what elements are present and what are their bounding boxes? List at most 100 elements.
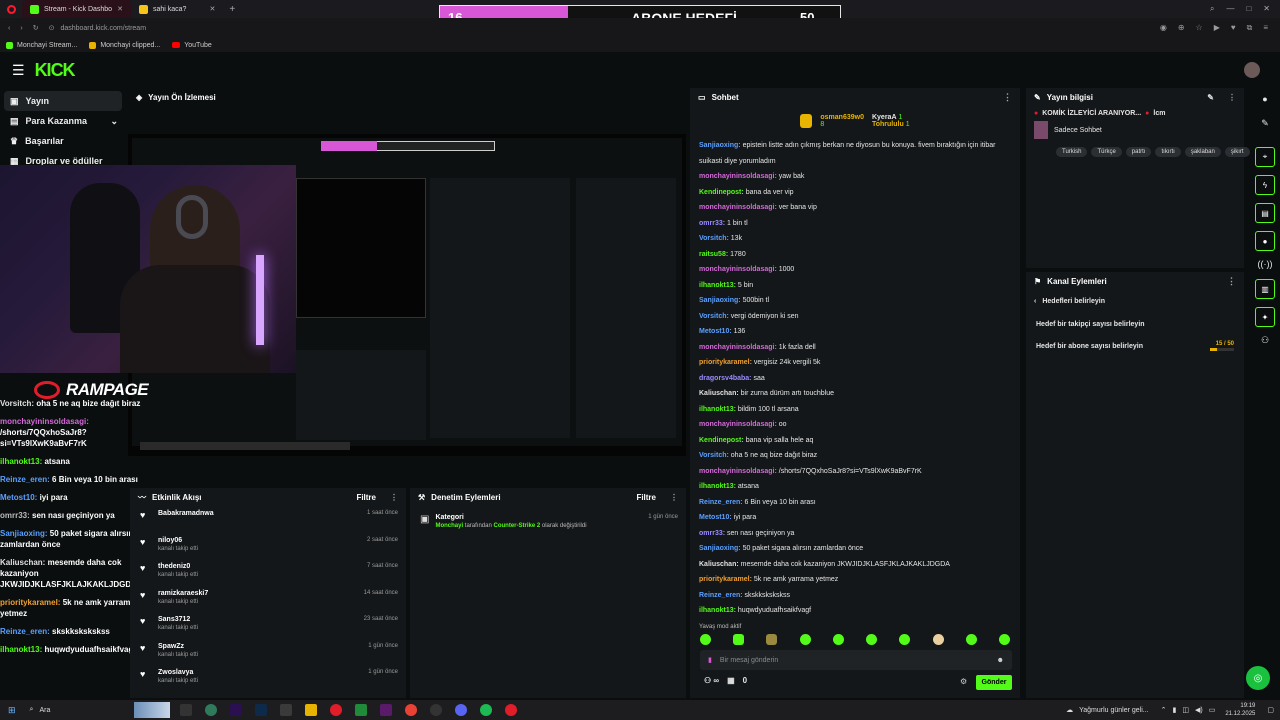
back-button[interactable]: ‹ Hedefleri belirleyin xyxy=(1026,290,1244,313)
tab-search[interactable]: sahi kaca? ✕ xyxy=(131,0,223,18)
reload-icon[interactable]: ↻ xyxy=(33,24,39,32)
avatar[interactable] xyxy=(1244,62,1260,78)
emote-icon[interactable] xyxy=(932,634,944,645)
pencil-icon[interactable]: ✎ xyxy=(1250,118,1280,129)
info-icon[interactable]: ● xyxy=(1250,94,1280,104)
windows-start-icon[interactable]: ⊞ xyxy=(8,705,16,716)
sub-goal-item[interactable]: Hedef bir abone sayısı belirleyin 15 / 5… xyxy=(1026,335,1244,357)
chat-username[interactable]: Kaliuschan: xyxy=(699,390,739,397)
menu-icon[interactable]: ≡ xyxy=(1263,23,1268,33)
emote-icon[interactable] xyxy=(733,634,745,645)
bookmark-item[interactable]: Monchayi clipped... xyxy=(89,41,160,49)
extensions-icon[interactable]: ⧉ xyxy=(1247,23,1253,33)
sidebar-item-yayin[interactable]: ▣ Yayın xyxy=(4,91,122,111)
weather-text[interactable]: Yağmurlu günler geli... xyxy=(1079,707,1149,714)
document-icon[interactable]: ▤ xyxy=(1255,203,1275,223)
back-icon[interactable]: ‹ xyxy=(8,25,10,32)
clock-time[interactable]: 19:19 xyxy=(1225,702,1255,710)
stream-tag[interactable]: Türkçe xyxy=(1091,147,1122,157)
maximize-icon[interactable]: □ xyxy=(1246,4,1251,14)
player-icon[interactable]: ▶ xyxy=(1214,23,1220,33)
wrench-icon[interactable]: ✦ xyxy=(1255,307,1275,327)
microphone-icon[interactable]: ▮ xyxy=(1173,706,1177,714)
broadcast-icon[interactable]: ((·)) xyxy=(1250,259,1280,269)
chat-username[interactable]: ilhanokt13: xyxy=(699,483,736,490)
sidebar-item-para-kazanma[interactable]: ▤ Para Kazanma ⌄ xyxy=(0,111,126,131)
more-options-icon[interactable]: ⋮ xyxy=(1003,92,1012,103)
lightning-icon[interactable]: ϟ xyxy=(1255,175,1275,195)
chat-username[interactable]: monchayininsoldasagi: xyxy=(699,421,777,428)
app-icon[interactable] xyxy=(379,704,392,716)
battery-icon[interactable]: ▭ xyxy=(1209,706,1216,714)
sidebar-item-basarilar[interactable]: ♛ Başarılar xyxy=(0,131,126,151)
search-tabs-icon[interactable]: ⌕ xyxy=(1210,4,1214,14)
chat-username[interactable]: prioritykaramel: xyxy=(699,359,752,366)
site-info-icon[interactable]: ⊙ xyxy=(49,24,55,32)
emote-icon[interactable] xyxy=(965,634,977,645)
file-explorer-icon[interactable] xyxy=(304,704,317,716)
chat-bubble-icon[interactable]: ● xyxy=(1255,231,1275,251)
discord-icon[interactable] xyxy=(454,704,467,716)
chat-username[interactable]: ilhanokt13: xyxy=(699,282,736,289)
premiere-icon[interactable] xyxy=(229,704,242,716)
bookmark-item[interactable]: YouTube xyxy=(172,42,212,49)
chat-username[interactable]: omrr33: xyxy=(699,220,725,227)
follower-goal-item[interactable]: Hedef bir takipçi sayısı belirleyin xyxy=(1026,313,1244,335)
emoji-icon[interactable]: ☻ xyxy=(997,657,1004,664)
send-button[interactable]: Gönder xyxy=(976,675,1012,690)
chat-username[interactable]: Metost10: xyxy=(699,514,732,521)
chat-username[interactable]: Vorsitch: xyxy=(699,452,729,459)
zoom-icon[interactable]: ⊕ xyxy=(1178,23,1185,33)
more-options-icon[interactable]: ⋮ xyxy=(390,493,398,502)
chat-username[interactable]: prioritykaramel: xyxy=(699,576,752,583)
chat-username[interactable]: Kendinepost: xyxy=(699,189,744,196)
app-icon[interactable] xyxy=(204,704,217,716)
chat-username[interactable]: raitsu58: xyxy=(699,251,728,258)
emote-icon[interactable] xyxy=(766,634,778,645)
camera-icon[interactable]: ◉ xyxy=(1160,23,1167,33)
chat-username[interactable]: monchayininsoldasagi: xyxy=(699,266,777,273)
photoshop-icon[interactable] xyxy=(254,704,267,716)
heart-icon[interactable]: ♥ xyxy=(1231,23,1236,33)
search-highlight-image[interactable] xyxy=(133,702,170,718)
opera-icon[interactable] xyxy=(0,4,22,14)
chat-users-icon[interactable]: ⚇ ∞ xyxy=(704,676,719,685)
spotify-icon[interactable] xyxy=(479,704,492,716)
stream-tag[interactable]: tıkırtı xyxy=(1155,147,1181,157)
filter-button[interactable]: Filtre xyxy=(636,493,656,502)
stream-tag[interactable]: Turkish xyxy=(1056,147,1088,157)
chat-username[interactable]: monchayininsoldasagi: xyxy=(699,173,777,180)
excel-icon[interactable] xyxy=(354,704,367,716)
chat-username[interactable]: omrr33: xyxy=(699,530,725,537)
notifications-icon[interactable]: ▢ xyxy=(1267,706,1274,714)
clip-icon[interactable]: ⌖ xyxy=(1255,147,1275,167)
emote-icon[interactable] xyxy=(799,634,811,645)
opera-icon[interactable] xyxy=(504,704,517,716)
chat-username[interactable]: Kendinepost: xyxy=(699,437,744,444)
chat-username[interactable]: ilhanokt13: xyxy=(699,406,736,413)
app-icon[interactable] xyxy=(279,704,292,716)
more-options-icon[interactable]: ⋮ xyxy=(1228,93,1236,102)
chat-username[interactable]: Vorsitch: xyxy=(699,235,729,242)
emote-icon[interactable] xyxy=(866,634,878,645)
chat-username[interactable]: Reinze_eren: xyxy=(699,499,743,506)
chat-username[interactable]: Sanjiaoxing: xyxy=(699,297,741,304)
chat-username[interactable]: Reinze_eren: xyxy=(699,592,743,599)
tab-stream[interactable]: Stream - Kick Dashbo ✕ xyxy=(22,0,131,18)
opera-gx-icon[interactable] xyxy=(329,704,342,716)
support-chat-icon[interactable]: ◎ xyxy=(1246,666,1270,690)
chat-username[interactable]: Vorsitch: xyxy=(699,313,729,320)
bookmark-item[interactable]: Monchayi Stream... xyxy=(6,41,77,49)
clock-date[interactable]: 21.12.2025 xyxy=(1225,710,1255,718)
task-view-icon[interactable] xyxy=(179,704,192,716)
bookmark-icon[interactable]: ☆ xyxy=(1196,23,1203,33)
stream-tag[interactable]: şaklaban xyxy=(1184,147,1221,157)
chrome-icon[interactable] xyxy=(404,704,417,716)
chat-username[interactable]: monchayininsoldasagi: xyxy=(699,204,777,211)
stream-tag[interactable]: patrtı xyxy=(1125,147,1152,157)
stream-tag[interactable]: şikırt xyxy=(1224,147,1250,157)
forward-icon[interactable]: › xyxy=(20,25,22,32)
microphone-icon[interactable]: ▮ xyxy=(708,656,712,664)
chat-username[interactable]: Kaliuschan: xyxy=(699,561,739,568)
chat-username[interactable]: Sanjiaoxing: xyxy=(699,142,741,149)
